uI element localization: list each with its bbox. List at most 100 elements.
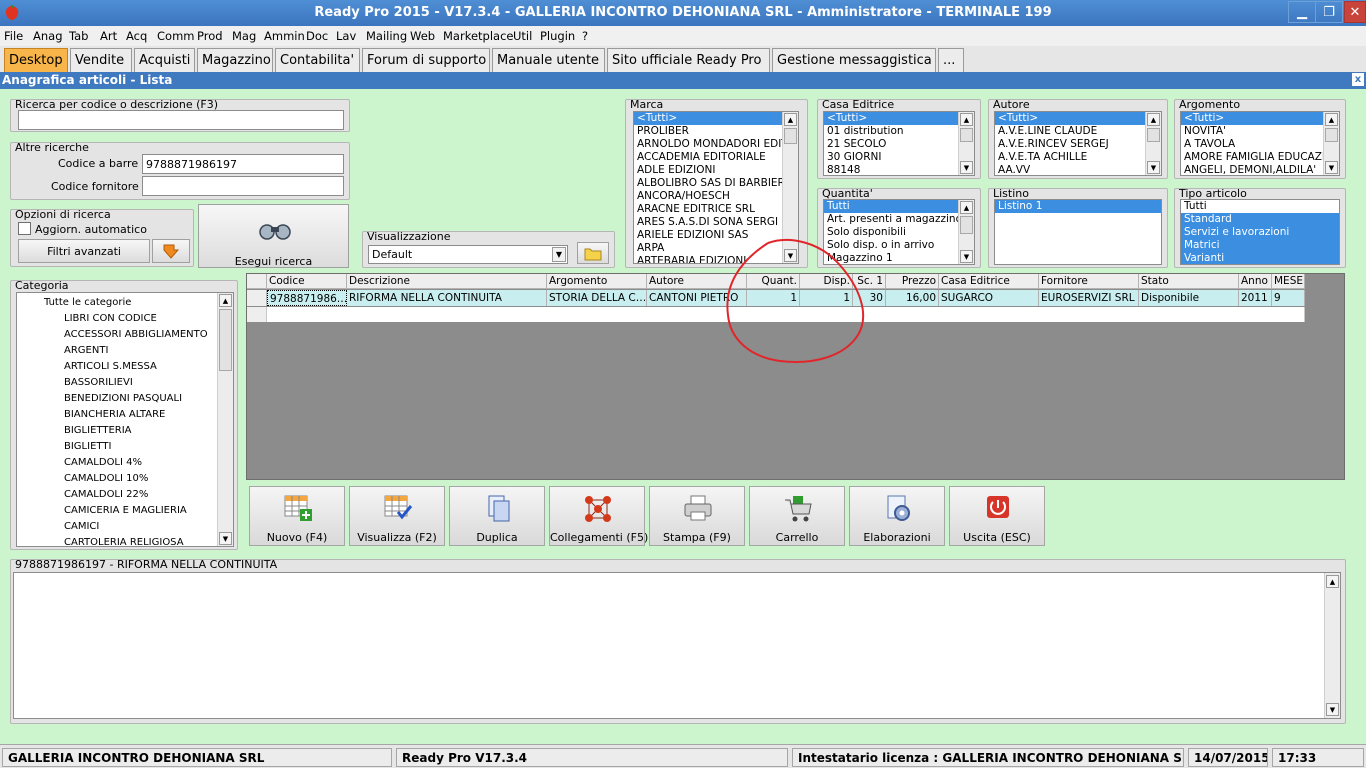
tree-item[interactable]: ARGENTI [61, 344, 108, 360]
row-indicator[interactable] [247, 307, 267, 322]
links-button[interactable]: Collegamenti (F5) [549, 486, 648, 546]
list-item[interactable]: ACCADEMIA EDITORIALE [634, 151, 798, 164]
scroll-up-icon[interactable]: ▲ [960, 201, 973, 214]
column-header[interactable]: Casa Editrice [939, 274, 1039, 289]
close-button[interactable]: ✕ [1344, 1, 1366, 23]
list-item[interactable]: Art. presenti a magazzino [824, 213, 974, 226]
menu-help[interactable]: ? [582, 29, 588, 43]
tree-item[interactable]: ACCESSORI ABBIGLIAMENTO [61, 328, 208, 344]
list-item[interactable]: A.V.E.LINE CLAUDE [995, 125, 1161, 138]
list-item[interactable]: 88148 [824, 164, 974, 175]
list-item[interactable]: ARNOLDO MONDADORI EDITORE [634, 138, 798, 151]
list-item[interactable]: Tutti [1181, 200, 1339, 213]
list-item[interactable]: A.V.E.TA ACHILLE [995, 151, 1161, 164]
row-indicator[interactable] [247, 290, 267, 306]
column-header[interactable]: Descrizione [347, 274, 547, 289]
list-item[interactable]: 01 distribution [824, 125, 974, 138]
menu-plugin[interactable]: Plugin [540, 29, 575, 43]
tree-item[interactable]: BASSORILIEVI [61, 376, 133, 392]
restore-button[interactable]: ❐ [1315, 1, 1343, 23]
tree-item[interactable]: BIANCHERIA ALTARE [61, 408, 165, 424]
form-close-button[interactable]: x [1352, 73, 1364, 86]
scrollbar[interactable]: ▲ ▼ [1145, 112, 1161, 175]
menu-ammin[interactable]: Ammin [264, 29, 305, 43]
autore-list[interactable]: <Tutti> A.V.E.LINE CLAUDE A.V.E.RINCEV S… [994, 111, 1162, 176]
new-button[interactable]: Nuovo (F4) [249, 486, 345, 546]
listino-list[interactable]: Listino 1 [994, 199, 1162, 265]
scroll-down-icon[interactable]: ▼ [1325, 161, 1338, 174]
list-item[interactable]: ARACNE EDITRICE SRL [634, 203, 798, 216]
list-item[interactable]: Matrici [1181, 239, 1339, 252]
list-item[interactable]: NOVITA' [1181, 125, 1339, 138]
column-header[interactable]: Codice [267, 274, 347, 289]
list-item[interactable]: 30 GIORNI [824, 151, 974, 164]
scroll-down-icon[interactable]: ▼ [960, 250, 973, 263]
supplier-code-input[interactable] [142, 176, 344, 196]
menu-art[interactable]: Art [100, 29, 117, 43]
scroll-thumb[interactable] [1325, 128, 1338, 142]
scrollbar[interactable]: ▲ ▼ [958, 112, 974, 175]
tree-item[interactable]: CAMICERIA E MAGLIERIA [61, 504, 187, 520]
list-item[interactable]: AMORE FAMIGLIA EDUCAZIONE [1181, 151, 1339, 164]
column-header[interactable]: Argomento [547, 274, 647, 289]
minimize-button[interactable]: ▁ [1288, 1, 1316, 23]
advanced-filters-button[interactable]: Filtri avanzati [18, 239, 150, 263]
tree-root[interactable]: Tutte le categorie [41, 296, 131, 312]
tree-item[interactable]: BIGLIETTERIA [61, 424, 132, 440]
argomento-list[interactable]: <Tutti> NOVITA' A TAVOLA AMORE FAMIGLIA … [1180, 111, 1340, 176]
list-item[interactable]: Servizi e lavorazioni [1181, 226, 1339, 239]
menu-acq[interactable]: Acq [126, 29, 147, 43]
menu-anag[interactable]: Anag [33, 29, 63, 43]
scroll-down-icon[interactable]: ▼ [219, 532, 232, 545]
tree-item[interactable]: BENEDIZIONI PASQUALI [61, 392, 182, 408]
tab-desktop[interactable]: Desktop [4, 48, 68, 72]
tab-vendite[interactable]: Vendite [70, 48, 132, 72]
list-item[interactable]: <Tutti> [995, 112, 1161, 125]
list-item[interactable]: <Tutti> [824, 112, 974, 125]
scroll-thumb[interactable] [960, 216, 973, 234]
list-item[interactable]: 21 SECOLO [824, 138, 974, 151]
list-item[interactable]: ANCORA/HOESCH [634, 190, 798, 203]
tree-item[interactable]: CARTOLERIA RELIGIOSA [61, 536, 184, 546]
scrollbar[interactable]: ▲ ▼ [1323, 112, 1339, 175]
list-item[interactable]: Listino 1 [995, 200, 1161, 213]
tab-forum[interactable]: Forum di supporto [362, 48, 490, 72]
tab-messaggistica[interactable]: Gestione messaggistica [772, 48, 936, 72]
list-item[interactable]: Varianti [1181, 252, 1339, 264]
table-cell[interactable]: SUGARCO [939, 290, 1039, 306]
scrollbar[interactable]: ▲ ▼ [1324, 573, 1340, 718]
scroll-thumb[interactable] [784, 128, 797, 144]
list-item[interactable]: A.V.E.RINCEV SERGEJ [995, 138, 1161, 151]
tree-item[interactable]: CAMALDOLI 4% [61, 456, 142, 472]
scrollbar[interactable]: ▲ ▼ [217, 293, 233, 546]
execute-search-button[interactable]: Esegui ricerca [198, 204, 349, 268]
detail-textarea[interactable]: ▲ ▼ [13, 572, 1341, 719]
print-button[interactable]: Stampa (F9) [649, 486, 745, 546]
tab-magazzino[interactable]: Magazzino [197, 48, 273, 72]
tree-item[interactable]: BIGLIETTI [61, 440, 111, 456]
scroll-up-icon[interactable]: ▲ [1147, 113, 1160, 126]
list-item[interactable]: Tutti [824, 200, 974, 213]
search-input[interactable] [18, 110, 344, 130]
scroll-down-icon[interactable]: ▼ [1147, 161, 1160, 174]
menu-mailing[interactable]: Mailing [366, 29, 407, 43]
tree-item[interactable]: CAMICI [61, 520, 99, 536]
menu-comm[interactable]: Comm [157, 29, 194, 43]
menu-file[interactable]: File [4, 29, 23, 43]
scroll-thumb[interactable] [1147, 128, 1160, 142]
tree-item[interactable]: ARTICOLI S.MESSA [61, 360, 157, 376]
tab-sito-ufficiale[interactable]: Sito ufficiale Ready Pro [607, 48, 770, 72]
casa-list[interactable]: <Tutti> 01 distribution 21 SECOLO 30 GIO… [823, 111, 975, 176]
column-header[interactable]: Fornitore [1039, 274, 1139, 289]
scroll-up-icon[interactable]: ▲ [1325, 113, 1338, 126]
table-cell[interactable]: 9788871986… [267, 290, 347, 306]
scroll-up-icon[interactable]: ▲ [784, 113, 797, 126]
table-cell[interactable]: 16,00 [886, 290, 939, 306]
table-cell[interactable]: 2011 [1239, 290, 1272, 306]
column-header[interactable]: MESE [1272, 274, 1305, 289]
list-item[interactable]: ARES S.A.S.DI SONA SERGI [634, 216, 798, 229]
advanced-filters-icon-button[interactable] [152, 239, 190, 263]
menu-doc[interactable]: Doc [306, 29, 328, 43]
scroll-up-icon[interactable]: ▲ [1326, 575, 1339, 588]
scroll-thumb[interactable] [960, 128, 973, 142]
